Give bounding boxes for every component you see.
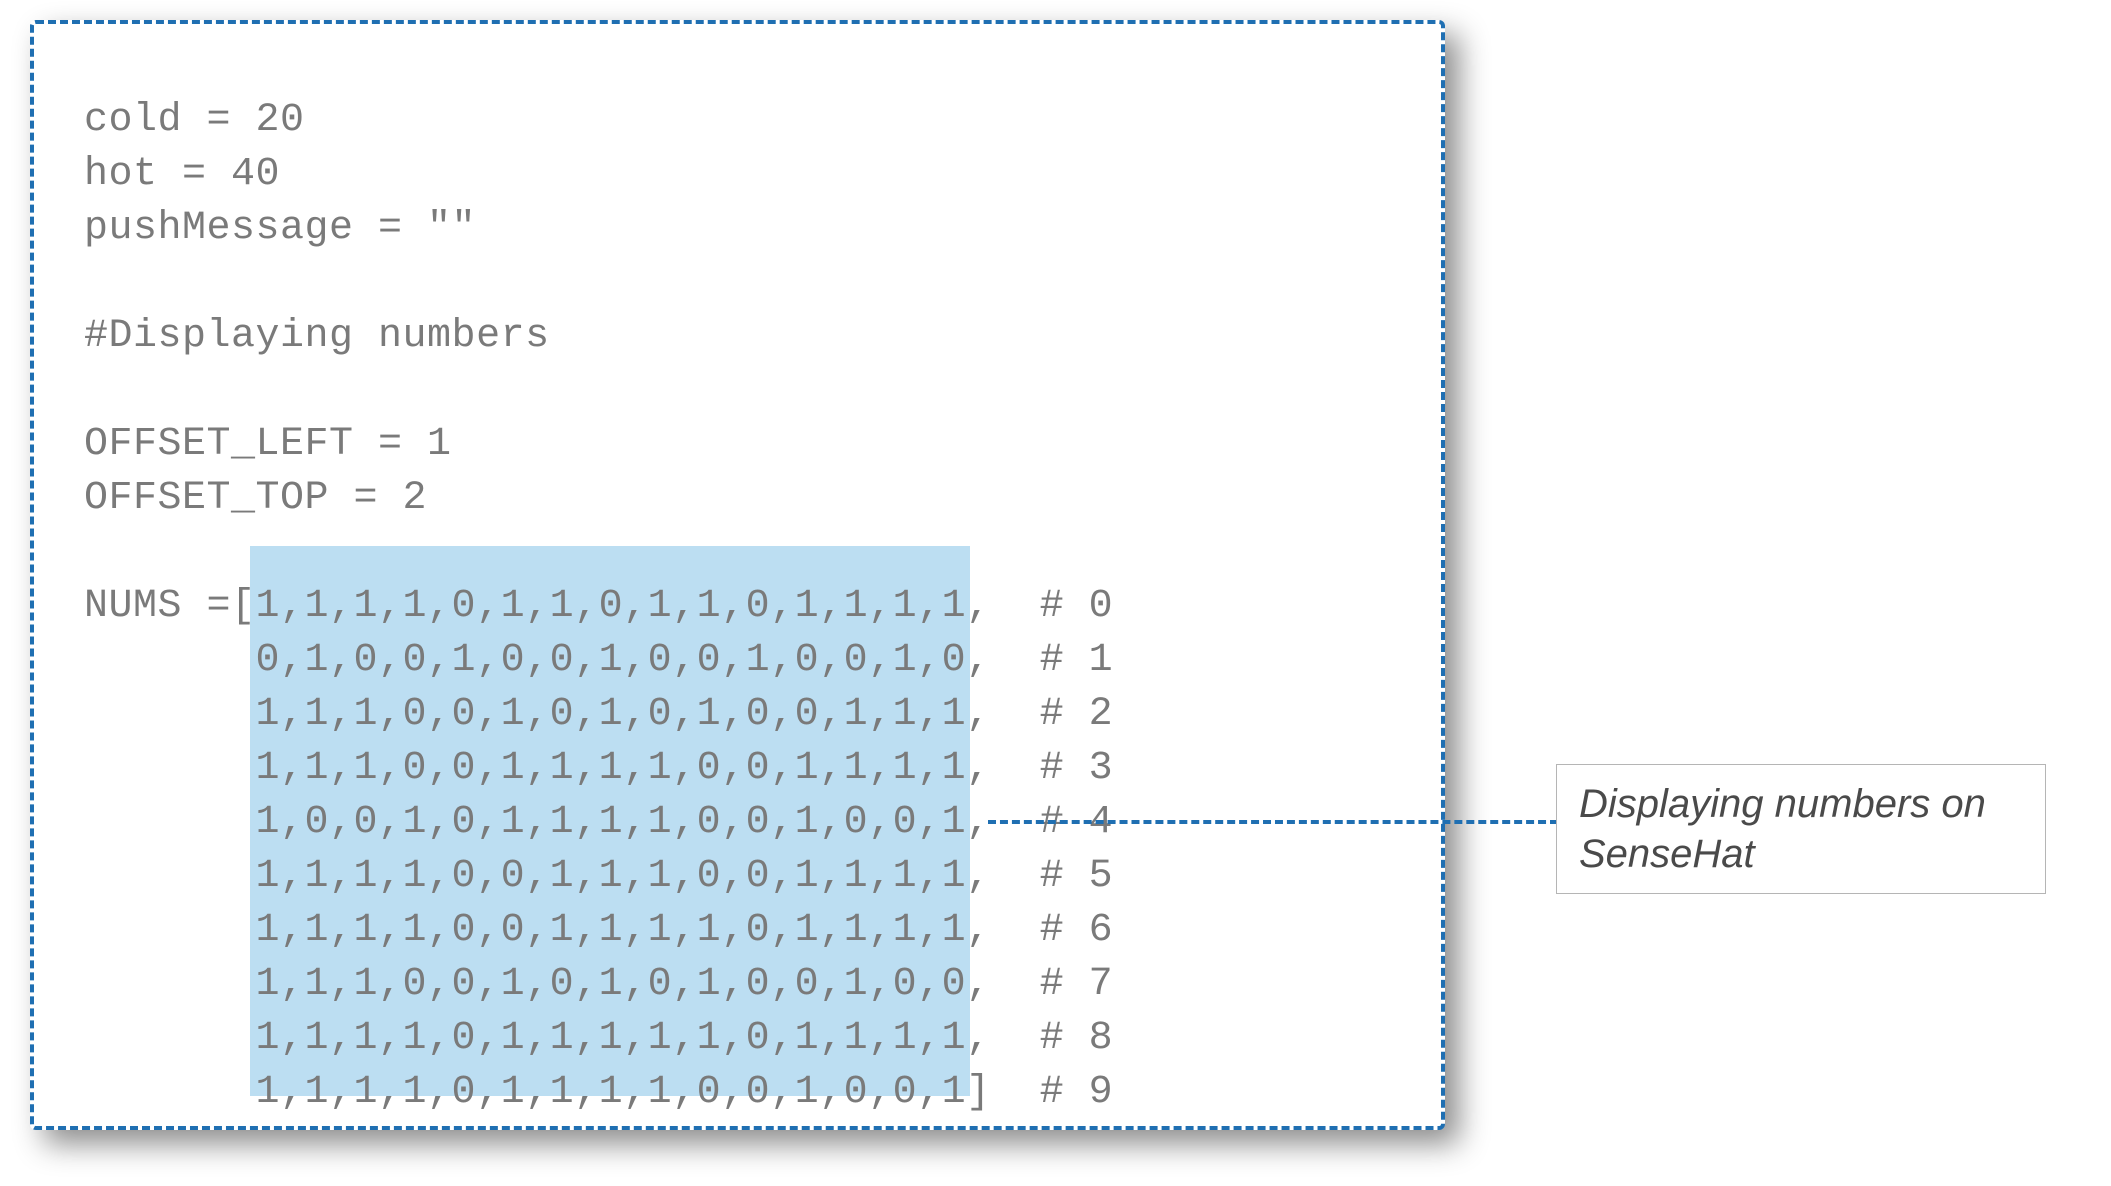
stage: cold = 20 hot = 40 pushMessage = "" #Dis… <box>0 0 2111 1186</box>
annotation-callout: Displaying numbers on SenseHat <box>1556 764 2046 894</box>
code-layer: cold = 20 hot = 40 pushMessage = "" #Dis… <box>84 94 1401 1120</box>
annotation-connector <box>988 820 1558 824</box>
code-box: cold = 20 hot = 40 pushMessage = "" #Dis… <box>30 20 1445 1130</box>
annotation-text: Displaying numbers on SenseHat <box>1579 782 1986 876</box>
code-content: cold = 20 hot = 40 pushMessage = "" #Dis… <box>84 94 1401 1120</box>
